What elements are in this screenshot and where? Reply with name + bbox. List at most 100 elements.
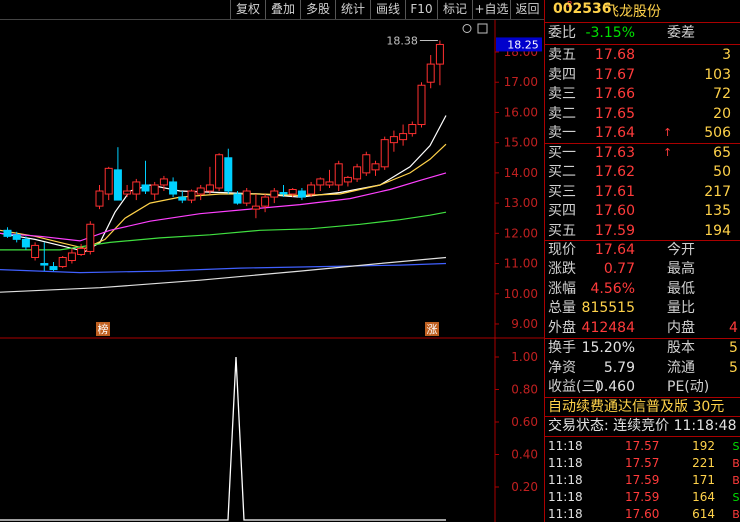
sell-level-volume: 3 [722, 47, 731, 63]
toolbar-button-back[interactable]: 返回 [510, 0, 544, 19]
buy-level-price: 17.61 [594, 183, 635, 200]
fundamental-label: 净资 [548, 359, 576, 376]
candle-body [334, 163, 343, 186]
current-price-label: 18.25 [507, 38, 539, 51]
sell-level-row[interactable]: 卖二 17.65 20 [545, 104, 740, 124]
toolbar-button-statistics[interactable]: 统计 [335, 0, 370, 19]
stat-value-2: 4 [729, 319, 738, 336]
buy-level-row[interactable]: 买四 17.60 135 [545, 201, 740, 221]
candle-body [353, 166, 362, 180]
candle-body [343, 176, 352, 183]
candle-body [389, 136, 398, 144]
toolbar-button-mark[interactable]: 标记 [437, 0, 472, 19]
tick-volume: 614 [692, 507, 715, 521]
tick-volume: 171 [692, 473, 715, 487]
tick-row[interactable]: 11:18 17.57 192 S [545, 438, 740, 455]
buy-level-price: 17.59 [594, 222, 635, 239]
fundamental-row: 收益(三) 0.460 PE(动) [545, 377, 740, 397]
stat-value: 815515 [581, 300, 635, 317]
candle-body [325, 181, 334, 186]
buy-level-label: 买五 [548, 222, 576, 239]
tick-price: 17.60 [625, 507, 660, 521]
buy-level-label: 买四 [548, 203, 576, 220]
candle-body [417, 84, 426, 126]
stat-label-2: 最高 [667, 261, 695, 278]
candle-body [67, 252, 76, 262]
tick-row[interactable]: 11:18 17.59 171 B [545, 472, 740, 489]
buy-level-row[interactable]: 买一 17.63 ↑ 65 [545, 143, 740, 163]
kline-chart-svg[interactable]: 18.0017.0016.0015.0014.0013.0012.0011.00… [0, 20, 544, 522]
tick-row[interactable]: 11:18 17.60 614 B [545, 506, 740, 522]
stat-value: 0.77 [603, 261, 635, 278]
candle-body [104, 167, 113, 195]
fundamental-value-2: 5 [729, 340, 738, 356]
toolbar-button-draw-line[interactable]: 画线 [370, 0, 405, 19]
tick-row[interactable]: 11:18 17.59 164 S [545, 489, 740, 506]
tick-side: B [732, 508, 740, 521]
candle-body [270, 190, 279, 198]
sell-level-label: 卖四 [548, 66, 576, 83]
buy-level-row[interactable]: 买五 17.59 194 [545, 221, 740, 241]
fundamental-label-2: 股本 [667, 340, 695, 356]
toolbar-button-f10[interactable]: F10 [405, 0, 437, 19]
candle-body [408, 124, 417, 135]
buy-level-row[interactable]: 买二 17.62 50 [545, 162, 740, 182]
candle-body [242, 190, 251, 204]
stock-name[interactable]: 飞龙股份 [605, 1, 661, 21]
stat-label-2: 最低 [667, 280, 695, 297]
sell-level-row[interactable]: 卖五 17.68 3 [545, 45, 740, 65]
toolbar-button-add-watchlist[interactable]: +自选 [472, 0, 510, 19]
sell-level-row[interactable]: 卖四 17.67 103 [545, 65, 740, 85]
sell-level-row[interactable]: 卖三 17.66 72 [545, 84, 740, 104]
candle-body [307, 184, 316, 195]
axis-label: 17.00 [504, 75, 538, 89]
up-arrow-icon: ↑ [663, 126, 673, 140]
sub-axis-label: 0.80 [511, 383, 538, 397]
candle-body [187, 190, 196, 201]
candle-body [196, 187, 205, 195]
tick-row[interactable]: 11:18 17.57 221 B [545, 455, 740, 472]
candle-body [159, 178, 168, 186]
axis-label: 9.00 [511, 317, 538, 331]
buy-level-volume: 194 [704, 222, 731, 239]
candle-body [297, 190, 306, 198]
candle-body [399, 133, 408, 141]
buy-level-volume: 217 [704, 183, 731, 200]
sub-axis-label: 0.20 [511, 480, 538, 494]
buy-level-volume: 50 [713, 164, 731, 181]
buy-level-label: 买一 [548, 145, 576, 161]
chart-area[interactable]: 18.00 17.00 16.00 15.00 14.00 13.00 12.00 11.00… [0, 20, 544, 522]
ad-banner[interactable]: 自动续费通达信普及版 30元 [545, 398, 740, 417]
stock-code[interactable]: 002536 [553, 1, 611, 17]
fundamental-value: 5.79 [603, 359, 635, 376]
candle-body [40, 263, 49, 266]
stat-row: 总量 815515 量比 [545, 298, 740, 318]
toolbar-button-overlay[interactable]: 叠加 [265, 0, 300, 19]
sell-level-label: 卖一 [548, 125, 576, 142]
order-diff-label: 委差 [667, 25, 695, 41]
candle-body [21, 238, 30, 248]
sell-level-row[interactable]: 卖一 17.64 ↑ 506 [545, 123, 740, 143]
candle-body [77, 247, 86, 255]
toolbar-button-fuquan[interactable]: 复权 [230, 0, 265, 19]
candle-body [132, 181, 141, 195]
tick-price: 17.57 [625, 439, 660, 453]
buy-level-row[interactable]: 买三 17.61 217 [545, 182, 740, 202]
fundamental-label: 换手 [548, 340, 576, 356]
candle-body [169, 181, 178, 195]
candle-body [95, 190, 104, 207]
toolbar-button-multi-stock[interactable]: 多股 [300, 0, 335, 19]
stat-label: 现价 [548, 242, 576, 258]
axis-label: 14.00 [504, 166, 538, 180]
buy-level-price: 17.60 [594, 203, 635, 220]
stat-label: 涨幅 [548, 280, 576, 297]
axis-label: 13.00 [504, 196, 538, 210]
quote-panel: R 002536 飞龙股份 委比 -3.15% 委差 卖五 17.68 3 卖四… [544, 0, 740, 522]
event-marker-label: 涨 [427, 323, 438, 336]
candle-body [215, 154, 224, 189]
tick-volume: 221 [692, 456, 715, 470]
moving-average-line [0, 256, 447, 293]
fundamental-value-2: 5 [729, 359, 738, 376]
tick-volume: 192 [692, 439, 715, 453]
moving-average-line [0, 262, 447, 274]
